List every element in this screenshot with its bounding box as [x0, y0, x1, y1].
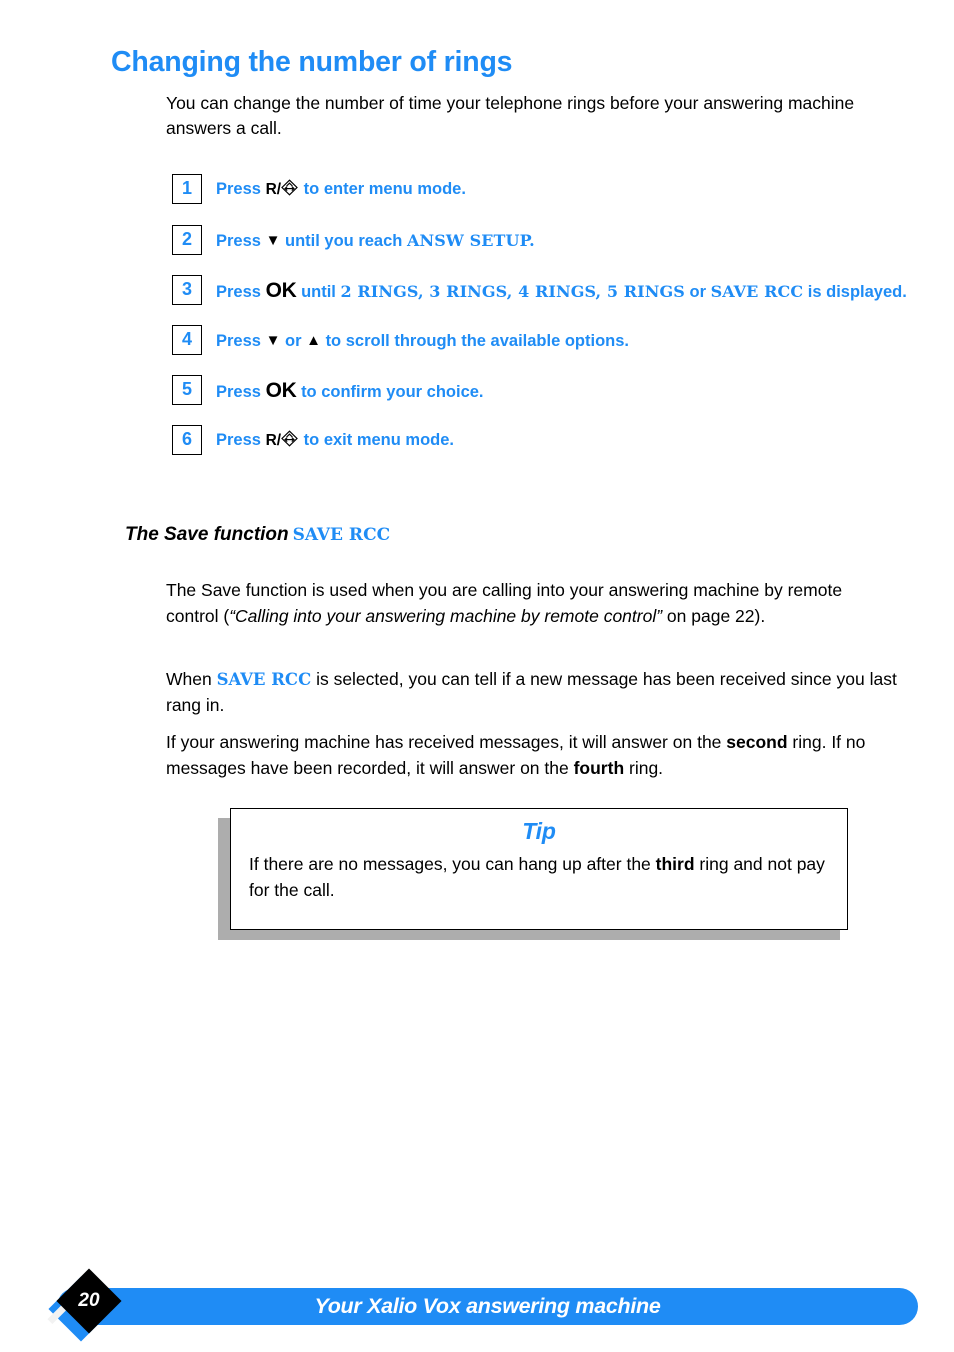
lcd-display-text: SAVE RCC: [216, 670, 312, 689]
tip-text-lead: If there are no messages, you can hang u…: [249, 854, 656, 874]
step-number: 3: [172, 275, 202, 305]
numbered-steps-list: 1 Press R/ to enter menu mode. 2 Press ▼…: [172, 174, 912, 476]
save-function-paragraph-1: The Save function is used when you are c…: [166, 578, 898, 629]
step-suffix-text: to enter menu mode.: [303, 180, 466, 198]
step-text: Press ▼ until you reach ANSW SETUP.: [216, 225, 535, 254]
lcd-display-text-2: SAVE RCC: [710, 282, 804, 301]
section-heading-save-function: The Save function SAVE RCC: [125, 524, 390, 546]
ok-key-label: OK: [265, 279, 297, 302]
down-triangle-icon: ▼: [265, 232, 281, 249]
save-function-paragraph-3: If your answering machine has received m…: [166, 730, 898, 781]
paragraph-text-tail: on page 22).: [662, 605, 766, 626]
tip-title: Tip: [522, 818, 556, 844]
paragraph-bold-fourth: fourth: [573, 757, 625, 778]
step-text: Press ▼ or ▲ to scroll through the avail…: [216, 325, 629, 354]
step-number: 2: [172, 225, 202, 255]
step-item: 6 Press R/ to exit menu mode.: [172, 425, 912, 456]
document-page: Changing the number of rings You can cha…: [0, 0, 954, 1352]
paragraph-text-tail: ring.: [624, 757, 664, 778]
footer-title: Your Xalio Vox answering machine: [314, 1294, 661, 1318]
step-suffix-text: until: [301, 283, 336, 301]
save-function-paragraph-2: When SAVE RCC is selected, you can tell …: [166, 667, 898, 718]
step-text: Press R/ to enter menu mode.: [216, 174, 466, 205]
tip-box: Tip If there are no messages, you can ha…: [230, 808, 848, 930]
step-conjunction: or: [689, 283, 707, 301]
page-number-badge: 20: [47, 1268, 144, 1352]
recall-key-label: R/: [265, 181, 282, 198]
page-title: Changing the number of rings: [111, 46, 513, 78]
ok-key-label: OK: [265, 379, 297, 402]
step-number: 4: [172, 325, 202, 355]
step-text: Press R/ to exit menu mode.: [216, 425, 454, 456]
step-press-label: Press: [216, 232, 261, 250]
step-item: 3 Press OK until 2 RINGS, 3 RINGS, 4 RIN…: [172, 275, 912, 305]
step-item: 1 Press R/ to enter menu mode.: [172, 174, 912, 205]
step-suffix-text: to scroll through the available options.: [325, 332, 630, 350]
tip-text-bold-third: third: [655, 854, 695, 874]
step-conjunction: or: [285, 332, 302, 350]
step-trailing-text: is displayed.: [807, 283, 907, 301]
step-text: Press OK until 2 RINGS, 3 RINGS, 4 RINGS…: [216, 275, 907, 305]
paragraph-bold-second: second: [726, 732, 788, 752]
lcd-display-text: 2 RINGS, 3 RINGS, 4 RINGS, 5 RINGS: [340, 282, 685, 301]
section-heading-label: The Save function: [125, 524, 289, 545]
step-suffix-text: to confirm your choice.: [301, 383, 484, 401]
paragraph-text: If your answering machine has received m…: [166, 732, 727, 752]
step-item: 5 Press OK to confirm your choice.: [172, 375, 912, 405]
step-number: 1: [172, 174, 202, 204]
step-press-label: Press: [216, 332, 261, 350]
step-text: Press OK to confirm your choice.: [216, 375, 484, 405]
tip-body-text: If there are no messages, you can hang u…: [249, 852, 829, 903]
paragraph-italic-citation: “Calling into your answering machine by …: [229, 605, 663, 626]
paragraph-text: When: [166, 669, 217, 689]
recall-diamond-icon: [280, 178, 299, 205]
step-press-label: Press: [216, 383, 261, 401]
step-item: 2 Press ▼ until you reach ANSW SETUP.: [172, 225, 912, 255]
step-suffix-text: until you reach: [285, 232, 403, 250]
step-item: 4 Press ▼ or ▲ to scroll through the ava…: [172, 325, 912, 355]
step-number: 6: [172, 425, 202, 455]
step-press-label: Press: [216, 431, 261, 449]
step-press-label: Press: [216, 180, 261, 198]
step-number: 5: [172, 375, 202, 405]
recall-key-label: R/: [265, 432, 282, 449]
lcd-display-text: ANSW SETUP.: [406, 231, 535, 250]
step-press-label: Press: [216, 283, 261, 301]
down-triangle-icon: ▼: [265, 332, 281, 349]
step-suffix-text: to exit menu mode.: [303, 431, 455, 449]
lcd-display-text: SAVE RCC: [292, 525, 391, 545]
recall-diamond-icon: [280, 429, 299, 456]
intro-paragraph: You can change the number of time your t…: [166, 93, 855, 138]
page-number: 20: [78, 1290, 100, 1311]
up-triangle-icon: ▲: [306, 332, 321, 349]
